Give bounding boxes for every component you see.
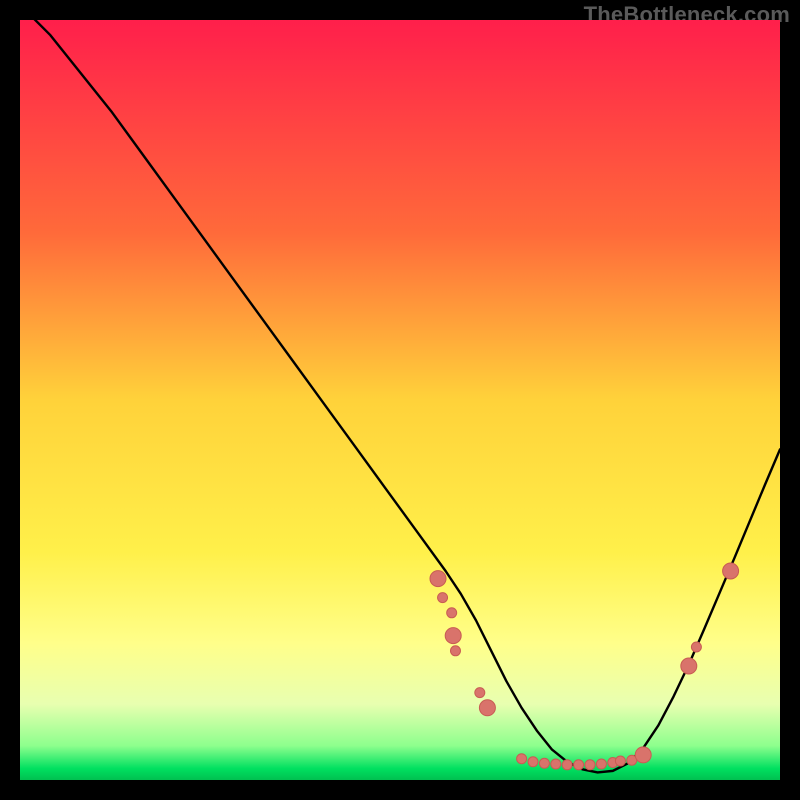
data-point — [438, 593, 448, 603]
data-point — [551, 759, 561, 769]
data-point — [635, 747, 651, 763]
data-point — [585, 760, 595, 770]
data-point — [430, 571, 446, 587]
data-point — [691, 642, 701, 652]
data-point — [479, 700, 495, 716]
data-point — [445, 628, 461, 644]
data-point — [450, 646, 460, 656]
chart-plot-area — [20, 20, 780, 780]
data-point — [528, 757, 538, 767]
data-point — [562, 760, 572, 770]
data-point — [447, 608, 457, 618]
data-point — [596, 759, 606, 769]
data-point — [574, 760, 584, 770]
data-point — [539, 758, 549, 768]
data-point — [615, 756, 625, 766]
gradient-background — [20, 20, 780, 780]
data-point — [517, 754, 527, 764]
chart-svg — [20, 20, 780, 780]
data-point — [475, 688, 485, 698]
data-point — [681, 658, 697, 674]
data-point — [723, 563, 739, 579]
